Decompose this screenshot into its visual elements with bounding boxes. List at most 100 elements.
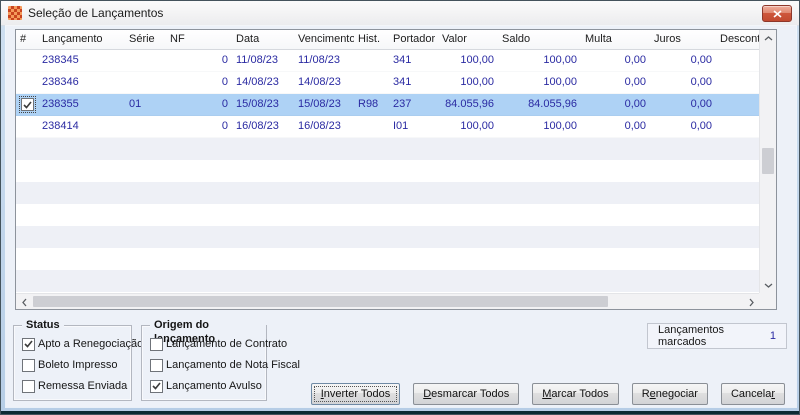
desmarcar-todos-button[interactable]: Desmarcar Todos <box>413 383 520 405</box>
checkbox-label: Remessa Enviada <box>38 380 128 392</box>
column-header-hist[interactable]: Hist. <box>354 30 389 49</box>
cell-nf: 0 <box>221 54 228 66</box>
close-icon <box>772 9 782 18</box>
cell-hist: R98 <box>358 98 379 110</box>
cell-portador: 237 <box>393 98 412 110</box>
horizontal-scrollbar[interactable] <box>16 293 759 309</box>
checkbox[interactable] <box>22 337 35 351</box>
checkbox-boleto-impresso[interactable]: Boleto Impresso <box>22 357 117 373</box>
checkbox-remessa-enviada[interactable]: Remessa Enviada <box>22 378 127 394</box>
vertical-scrollbar-thumb[interactable] <box>762 148 774 174</box>
cell-nf: 0 <box>221 98 228 110</box>
column-header-desconto[interactable]: Desconto <box>716 30 759 49</box>
checkbox-lancamento-contrato[interactable]: Lançamento de Contrato <box>150 336 287 352</box>
close-button[interactable] <box>762 5 792 22</box>
cell-portador: I01 <box>393 120 409 132</box>
row-checkbox[interactable] <box>18 96 36 113</box>
empty-grid-stripe <box>16 204 759 226</box>
column-header-juros[interactable]: Juros <box>650 30 716 49</box>
cell-portador: 341 <box>393 76 412 88</box>
table-row[interactable]: 238346 0 14/08/23 14/08/23 341 100,00 10… <box>16 72 759 94</box>
cell-serie: 01 <box>129 98 142 110</box>
title-bar[interactable]: Seleção de Lançamentos <box>1 1 799 26</box>
app-icon <box>8 6 22 20</box>
scroll-down-button[interactable] <box>760 277 776 293</box>
cell-valor: 100,00 <box>460 54 494 66</box>
cell-desconto <box>716 50 759 71</box>
column-header-vencimento[interactable]: Vencimento <box>294 30 354 49</box>
marcar-todos-button[interactable]: Marcar Todos <box>532 383 619 405</box>
cell-vencimento: 16/08/23 <box>298 120 341 132</box>
cell-multa: 0,00 <box>624 76 646 88</box>
cell-hist <box>354 116 389 137</box>
checkbox[interactable] <box>150 379 163 393</box>
cell-lancamento: 238345 <box>42 54 79 66</box>
column-header-multa[interactable]: Multa <box>581 30 650 49</box>
column-header-serie[interactable]: Série <box>125 30 166 49</box>
cell-desconto <box>716 94 759 115</box>
checkbox-label: Apto a Renegociação <box>38 338 144 350</box>
cell-desconto <box>716 72 759 93</box>
renegociar-button[interactable]: Renegociar <box>631 383 708 405</box>
column-header-check[interactable]: # <box>16 30 38 49</box>
cell-multa: 0,00 <box>624 98 646 110</box>
column-header-nf[interactable]: NF <box>166 30 232 49</box>
cell-lancamento: 238346 <box>42 76 79 88</box>
chevron-down-icon <box>764 283 773 288</box>
cancelar-button[interactable]: Cancelar <box>720 383 785 405</box>
scroll-up-button[interactable] <box>760 30 776 46</box>
cell-nf: 0 <box>221 76 228 88</box>
horizontal-scrollbar-thumb[interactable] <box>33 296 608 307</box>
dialog-window: Seleção de Lançamentos # Lançamento Séri… <box>0 0 800 415</box>
empty-grid-stripe <box>16 182 759 204</box>
label: negociar <box>655 388 698 400</box>
cell-multa: 0,00 <box>624 120 646 132</box>
column-header-saldo[interactable]: Saldo <box>498 30 581 49</box>
table-row-selected[interactable]: 238355 01 0 15/08/23 15/08/23 R98 237 84… <box>16 94 759 116</box>
cell-juros: 0,00 <box>690 54 712 66</box>
inverter-todos-button[interactable]: Inverter Todos <box>310 383 401 405</box>
checkbox[interactable] <box>22 379 35 393</box>
label: Cancela <box>730 388 772 400</box>
table-row[interactable]: 238414 0 16/08/23 16/08/23 I01 100,00 10… <box>16 116 759 138</box>
scroll-right-button[interactable] <box>743 294 759 309</box>
checkbox[interactable] <box>150 358 163 372</box>
cell-data: 16/08/23 <box>236 120 279 132</box>
cell-portador: 341 <box>393 54 412 66</box>
cell-hist <box>354 72 389 93</box>
cell-saldo: 100,00 <box>543 54 577 66</box>
check-icon <box>152 382 161 390</box>
lancamentos-grid: # Lançamento Série NF Data Vencimento Hi… <box>15 29 777 310</box>
checkbox-apto-renegociacao[interactable]: Apto a Renegociação <box>22 336 143 352</box>
cell-desconto <box>716 116 759 137</box>
column-header-portador[interactable]: Portador <box>389 30 438 49</box>
status-groupbox: Status Apto a Renegociação Boleto Impres… <box>13 318 143 401</box>
checkbox-lancamento-avulso[interactable]: Lançamento Avulso <box>150 378 262 394</box>
checkbox-lancamento-nota-fiscal[interactable]: Lançamento de Nota Fiscal <box>150 357 300 373</box>
empty-grid-stripe <box>16 270 759 292</box>
cell-saldo: 100,00 <box>543 120 577 132</box>
label: r <box>771 388 775 400</box>
cell-vencimento: 11/08/23 <box>298 54 341 66</box>
checkbox[interactable] <box>22 358 35 372</box>
chevron-left-icon <box>21 298 26 306</box>
column-header-valor[interactable]: Valor <box>438 30 498 49</box>
checkbox-label: Lançamento de Contrato <box>166 338 288 350</box>
dialog-button-row: Inverter Todos Desmarcar Todos Marcar To… <box>310 383 785 405</box>
marked-count-value: 1 <box>769 330 776 342</box>
vertical-scrollbar[interactable] <box>759 30 776 293</box>
cell-juros: 0,00 <box>690 76 712 88</box>
cell-check <box>16 94 38 115</box>
column-header-data[interactable]: Data <box>232 30 294 49</box>
cell-vencimento: 15/08/23 <box>298 98 341 110</box>
scroll-left-button[interactable] <box>16 294 32 309</box>
label: arcar Todos <box>551 388 609 400</box>
grid-rows: 238345 0 11/08/23 11/08/23 341 100,00 10… <box>16 50 759 293</box>
checkbox[interactable] <box>150 337 163 351</box>
cell-serie <box>125 50 166 71</box>
column-header-lancamento[interactable]: Lançamento <box>38 30 125 49</box>
table-row[interactable]: 238345 0 11/08/23 11/08/23 341 100,00 10… <box>16 50 759 72</box>
cell-check <box>16 50 38 71</box>
cell-juros: 0,00 <box>690 120 712 132</box>
cell-vencimento: 14/08/23 <box>298 76 341 88</box>
